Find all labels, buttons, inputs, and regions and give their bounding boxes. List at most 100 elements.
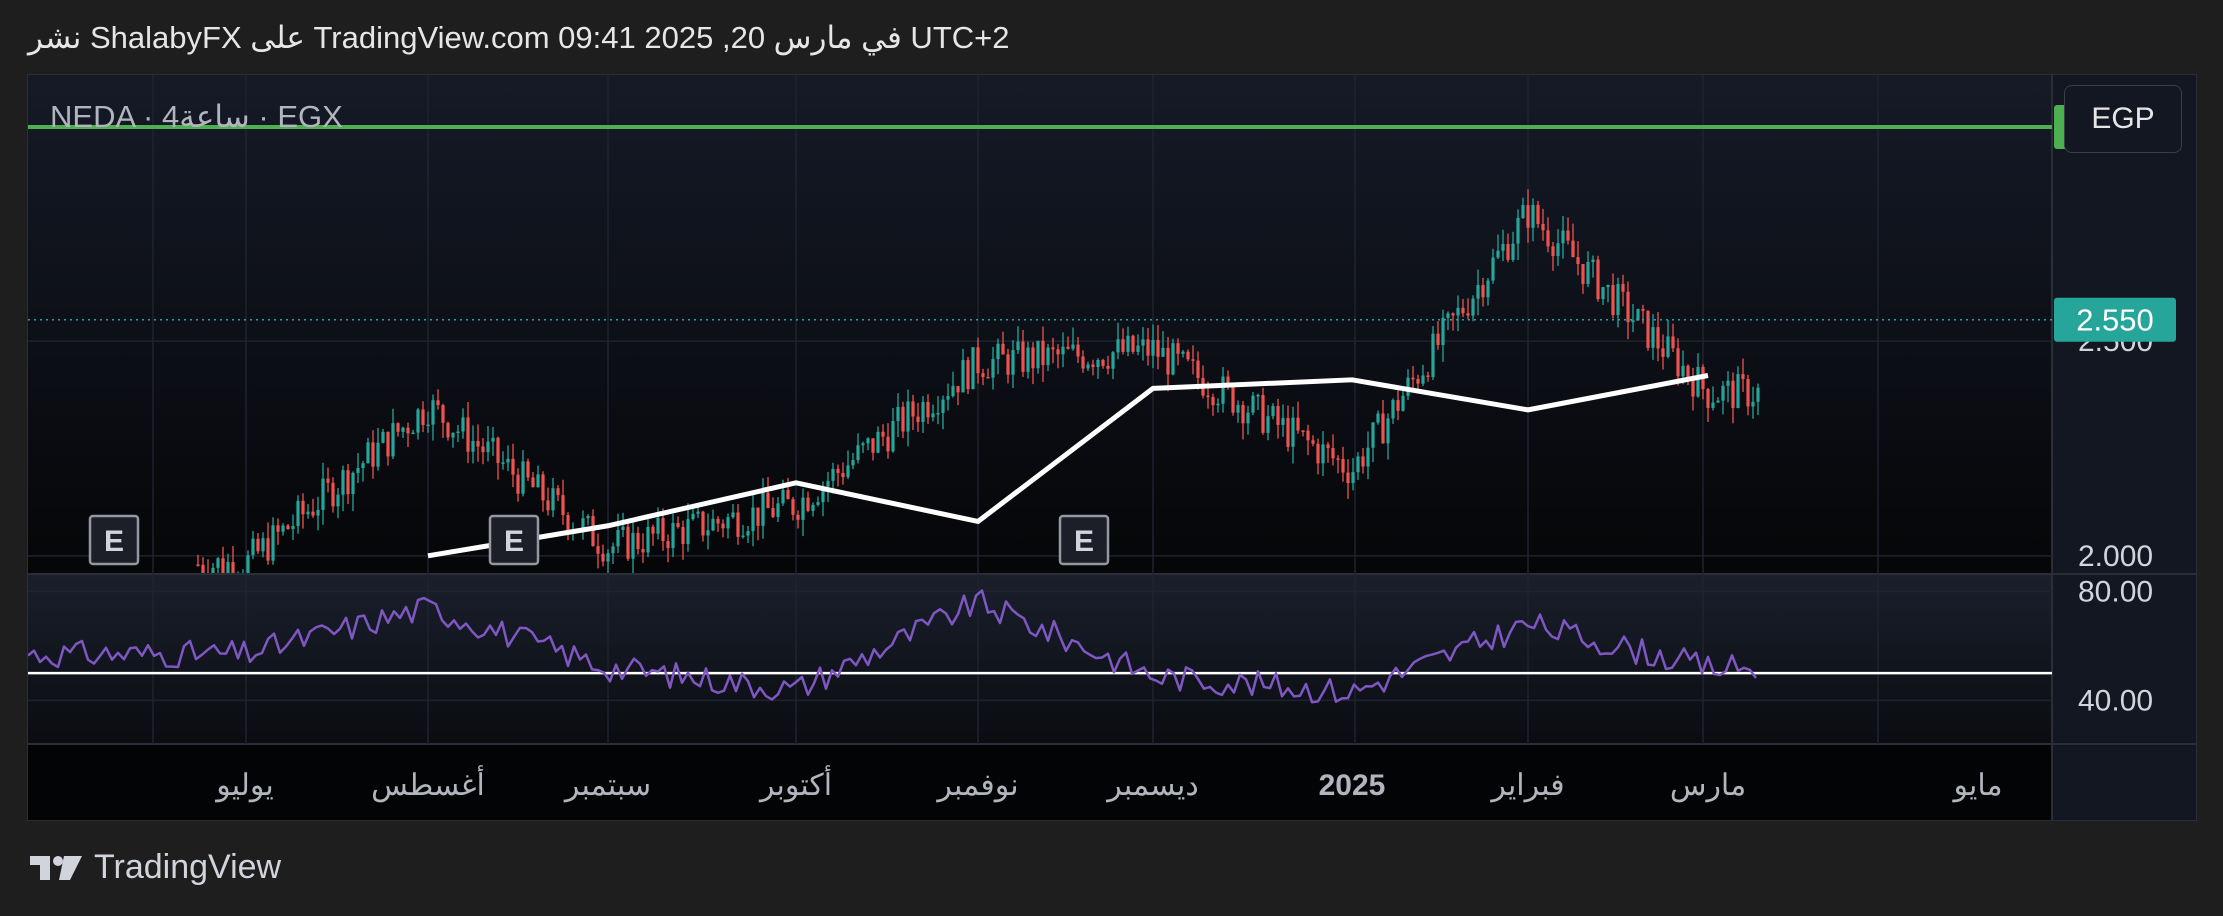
candle-body-245 (1421, 375, 1425, 384)
candle-body-241 (1401, 395, 1405, 411)
candle-body-230 (1346, 472, 1350, 484)
candle-body-225 (1321, 444, 1325, 464)
candle-body-144 (916, 416, 920, 423)
candle-body-39 (391, 423, 395, 457)
candle-body-59 (491, 437, 495, 442)
candle-body-153 (961, 360, 965, 393)
tradingview-logo[interactable]: TradingView (28, 848, 281, 887)
candle-body-27 (331, 482, 335, 507)
candle-body-118 (786, 489, 790, 500)
candle-body-191 (1151, 340, 1155, 356)
candle-body-176 (1076, 344, 1080, 357)
candle-body-35 (371, 442, 375, 467)
candle-body-11 (251, 538, 255, 556)
candle-body-243 (1411, 377, 1415, 380)
symbol-label[interactable]: NEDA · 4ساعة · EGX (50, 99, 343, 135)
last-price-badge: 2.550 (2076, 303, 2154, 338)
candle-body-304 (1716, 400, 1720, 403)
candle-body-64 (516, 474, 520, 494)
candle-body-26 (326, 478, 330, 483)
rsi-tick-label-1: 40.00 (2078, 684, 2153, 717)
candle-body-207 (1231, 384, 1235, 413)
candle-body-97 (681, 526, 685, 544)
candle-body-73 (561, 495, 565, 516)
candle-body-184 (1116, 339, 1120, 353)
candle-body-188 (1136, 345, 1140, 352)
tradingview-logo-icon (30, 855, 82, 880)
candle-body-155 (971, 347, 975, 390)
candle-body-42 (406, 427, 410, 434)
candle-body-112 (756, 507, 760, 526)
candle-body-202 (1206, 395, 1210, 398)
candle-body-52 (456, 431, 460, 434)
time-axis-pane (28, 744, 2052, 820)
candle-body-121 (801, 497, 805, 520)
candle-body-130 (846, 465, 850, 478)
x-tick-label-5: ديسمبر (1105, 769, 1198, 803)
chart-canvas[interactable]: يوليو أغسطس سبتمبر أكتوبر نوفمبر ديسمبر 2025 فب… (28, 75, 2196, 820)
candle-body-235 (1371, 422, 1375, 448)
earnings-marker-label-1: E (504, 525, 524, 558)
candle-body-28 (336, 494, 340, 507)
candle-body-273 (1561, 230, 1565, 244)
candle-body-200 (1196, 360, 1200, 379)
earnings-marker-1[interactable]: E (488, 514, 540, 566)
candle-body-50 (446, 422, 450, 438)
candle-body-13 (261, 538, 265, 552)
candle-body-310 (1746, 378, 1750, 407)
candle-body-98 (686, 519, 690, 544)
candle-body-104 (716, 518, 720, 524)
candle-body-256 (1476, 285, 1480, 299)
candle-body-286 (1626, 291, 1630, 323)
candle-body-258 (1486, 280, 1490, 298)
chart-frame[interactable]: يوليو أغسطس سبتمبر أكتوبر نوفمبر ديسمبر 2025 فب… (27, 74, 2197, 821)
candle-body-213 (1261, 394, 1265, 433)
candle-body-83 (611, 546, 615, 554)
earnings-marker-0[interactable]: E (88, 514, 140, 566)
candle-body-278 (1586, 262, 1590, 284)
candle-body-185 (1121, 339, 1125, 352)
candle-body-161 (1001, 343, 1005, 355)
candle-body-43 (411, 432, 415, 435)
candle-body-307 (1731, 380, 1735, 408)
candle-body-101 (701, 511, 705, 536)
candle-body-194 (1166, 347, 1170, 375)
candle-body-63 (511, 458, 515, 475)
candle-body-240 (1396, 400, 1400, 411)
candle-body-249 (1441, 317, 1445, 346)
candle-body-33 (361, 463, 365, 469)
candle-body-23 (311, 511, 315, 516)
candle-body-82 (606, 553, 610, 562)
candle-body-215 (1271, 405, 1275, 417)
candle-body-287 (1631, 320, 1635, 323)
candle-body-189 (1141, 339, 1145, 346)
candle-body-175 (1071, 344, 1075, 349)
candle-body-264 (1516, 217, 1520, 244)
candle-body-267 (1531, 204, 1535, 228)
candle-body-113 (761, 492, 765, 526)
candle-body-205 (1221, 376, 1225, 404)
candle-body-152 (956, 386, 960, 393)
candle-body-45 (421, 409, 425, 426)
candle-body-180 (1096, 359, 1100, 368)
currency-button[interactable]: EGP (2064, 85, 2182, 153)
candle-body-274 (1566, 230, 1570, 241)
candle-body-147 (931, 413, 935, 418)
candle-body-37 (381, 431, 385, 443)
candle-body-298 (1686, 365, 1690, 378)
candle-body-154 (966, 360, 970, 390)
candle-body-219 (1291, 417, 1295, 447)
candle-body-80 (596, 546, 600, 554)
candle-body-236 (1376, 413, 1380, 423)
candle-body-208 (1236, 405, 1240, 413)
candle-body-148 (936, 412, 940, 415)
candle-body-108 (736, 512, 740, 537)
earnings-marker-2[interactable]: E (1058, 514, 1110, 566)
candle-body-259 (1491, 257, 1495, 281)
candle-body-167 (1031, 347, 1035, 369)
candle-body-31 (351, 472, 355, 495)
candle-body-139 (891, 421, 895, 452)
candle-body-72 (556, 488, 560, 496)
candle-body-276 (1576, 257, 1580, 265)
candle-body-178 (1086, 364, 1090, 369)
